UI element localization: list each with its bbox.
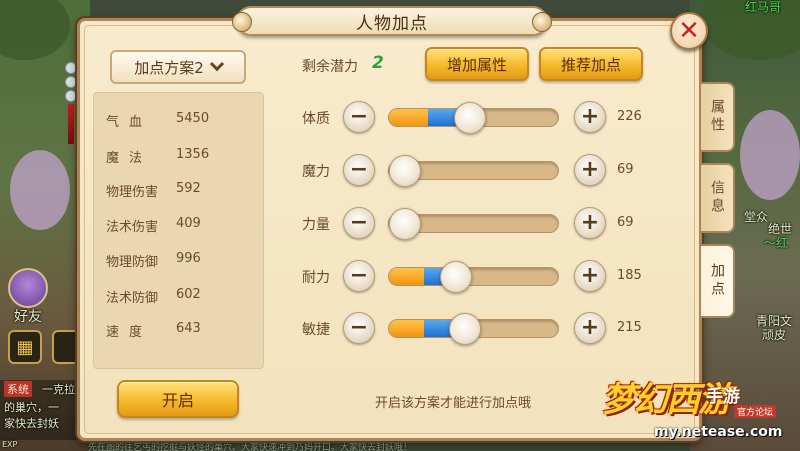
chat-line: 家快去封妖 xyxy=(4,417,59,430)
attribute-value: 69 xyxy=(617,215,634,230)
attribute-value: 69 xyxy=(617,162,634,177)
friend-label: 好友 xyxy=(14,309,42,325)
stat-row-magic-dmg: 法术伤害 409 xyxy=(106,216,201,235)
minus-icon[interactable]: − xyxy=(343,101,375,133)
logo-subtitle: 手游 xyxy=(706,387,740,407)
stat-row-hp: 气血 5450 xyxy=(106,111,209,130)
chat-line: 的巢穴，一 xyxy=(4,401,59,414)
stat-row-magic-def: 法术防御 602 xyxy=(106,287,201,306)
attribute-label: 力量 xyxy=(302,217,330,233)
stat-name: 法术防御 xyxy=(106,291,159,306)
npc-name-label[interactable]: 红马哥 xyxy=(745,0,781,15)
stat-name: 气血 xyxy=(106,115,153,130)
slider-knob[interactable] xyxy=(389,208,422,240)
open-plan-button[interactable]: 开启 xyxy=(117,380,239,418)
attribute-label: 魔力 xyxy=(302,164,330,180)
stat-value: 5450 xyxy=(176,111,210,126)
logo-forum-tag: 官方论坛 xyxy=(734,405,777,418)
stat-value: 996 xyxy=(176,251,201,266)
minus-icon[interactable]: − xyxy=(343,154,375,186)
logo-url: my.netease.com xyxy=(654,424,783,440)
minus-icon[interactable]: − xyxy=(343,260,375,292)
remaining-potential-label: 剩余潜力 xyxy=(302,59,358,75)
attribute-label: 敏捷 xyxy=(302,322,330,338)
hint-text: 开启该方案才能进行加点哦 xyxy=(375,396,532,411)
stat-value: 1356 xyxy=(176,147,210,162)
attribute-row: 魔力 − +69 xyxy=(300,151,645,191)
attribute-slider-track[interactable] xyxy=(388,267,559,286)
minus-icon[interactable]: − xyxy=(343,207,375,239)
slider-knob[interactable] xyxy=(389,155,422,187)
stat-value: 409 xyxy=(176,216,201,231)
blossom-decoration xyxy=(740,110,800,200)
base-points-fill xyxy=(389,268,425,285)
tab-label: 属性 xyxy=(709,99,725,135)
attribute-value: 185 xyxy=(617,268,642,283)
attribute-value: 215 xyxy=(617,320,642,335)
slider-knob[interactable] xyxy=(454,102,487,134)
npc-name-label[interactable]: 堂众 xyxy=(744,208,768,225)
stat-value: 643 xyxy=(176,321,201,336)
stat-name: 速度 xyxy=(106,325,153,340)
stat-row-phys-dmg: 物理伤害 592 xyxy=(106,181,201,200)
stat-name: 物理防御 xyxy=(106,255,159,270)
plus-icon[interactable]: + xyxy=(574,260,606,292)
npc-name-label[interactable]: ～红 xyxy=(764,234,788,251)
npc-name-label[interactable]: 顽皮 xyxy=(762,326,786,343)
plan-dropdown-label: 加点方案2 xyxy=(134,58,204,77)
attribute-row: 敏捷 − +215 xyxy=(300,309,645,349)
tab-add-points[interactable]: 加点 xyxy=(701,244,735,318)
panel-title-banner: 人物加点 xyxy=(232,6,552,36)
base-points-fill xyxy=(389,109,428,126)
remaining-potential-value: 2 xyxy=(372,53,384,73)
plan-dropdown[interactable]: 加点方案2 xyxy=(110,50,246,84)
attribute-label: 耐力 xyxy=(302,270,330,286)
attribute-label: 体质 xyxy=(302,111,330,127)
panel-title: 人物加点 xyxy=(356,13,428,34)
recommend-points-button[interactable]: 推荐加点 xyxy=(539,47,643,81)
chat-bubble-icon[interactable]: ▦ xyxy=(8,330,42,364)
hanging-ornament xyxy=(64,60,78,160)
plus-icon[interactable]: + xyxy=(574,154,606,186)
stat-value: 602 xyxy=(176,287,201,302)
plus-icon[interactable]: + xyxy=(574,312,606,344)
tab-label: 加点 xyxy=(709,263,725,299)
friend-avatar-button[interactable] xyxy=(8,268,48,308)
base-points-fill xyxy=(389,320,425,337)
close-icon[interactable]: ✕ xyxy=(670,12,708,50)
stat-row-phys-def: 物理防御 996 xyxy=(106,251,201,270)
stat-name: 物理伤害 xyxy=(106,185,159,200)
exp-label: EXP xyxy=(2,440,18,449)
attribute-value: 226 xyxy=(617,109,642,124)
game-logo: 梦幻西游 手游 官方论坛 my.netease.com xyxy=(602,372,798,446)
chat-line: 一克拉 xyxy=(42,383,75,396)
tab-info[interactable]: 信息 xyxy=(701,163,735,233)
stat-value: 592 xyxy=(176,181,201,196)
attribute-row: 体质 − +226 xyxy=(300,98,645,138)
stat-name: 法术伤害 xyxy=(106,220,159,235)
plus-icon[interactable]: + xyxy=(574,101,606,133)
tab-label: 信息 xyxy=(709,180,725,216)
chevron-down-icon xyxy=(209,57,224,72)
minus-icon[interactable]: − xyxy=(343,312,375,344)
plus-icon[interactable]: + xyxy=(574,207,606,239)
system-channel-tag: 系统 xyxy=(4,381,32,397)
attribute-row: 耐力 − +185 xyxy=(300,257,645,297)
tab-attributes[interactable]: 属性 xyxy=(701,82,735,152)
chat-marquee: 先在图的往乞丐的挖掘与妖怪的巢穴。大家快速冲到乃妈开口。大家快去封妖哦！ xyxy=(88,443,413,451)
slider-knob[interactable] xyxy=(448,313,481,345)
stat-row-mp: 魔法 1356 xyxy=(106,147,209,166)
stat-name: 魔法 xyxy=(106,151,153,166)
stats-list: 气血 5450 魔法 1356 物理伤害 592 法术伤害 409 物理防御 9… xyxy=(93,92,264,369)
attribute-row: 力量 − +69 xyxy=(300,204,645,244)
stat-row-speed: 速度 643 xyxy=(106,321,201,340)
slider-knob[interactable] xyxy=(440,261,473,293)
blossom-decoration xyxy=(10,150,70,230)
add-attribute-button[interactable]: 增加属性 xyxy=(425,47,529,81)
